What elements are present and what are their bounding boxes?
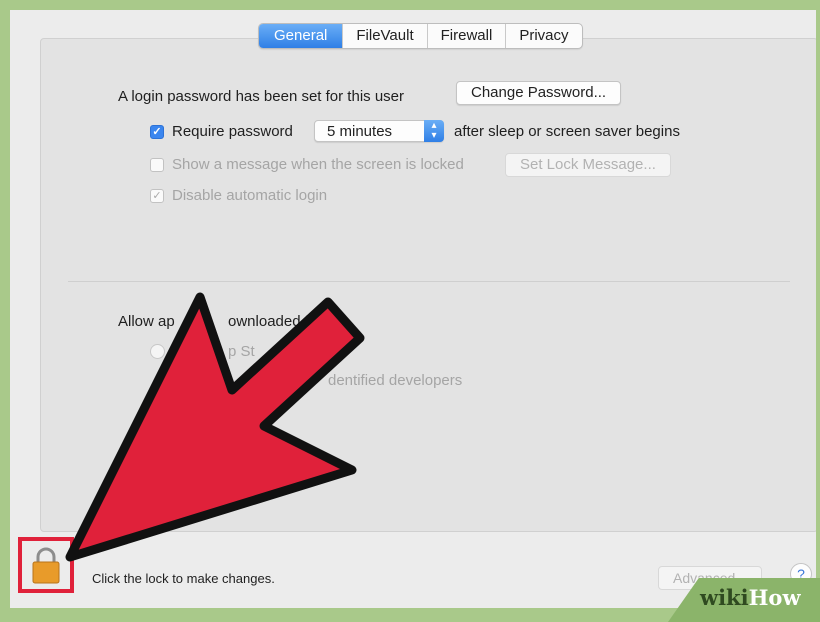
lock-highlight [18,537,74,593]
disable-login-checkbox[interactable]: ✓ [150,189,164,203]
wikihow-watermark: wikiHow [700,585,801,610]
change-password-button[interactable]: Change Password... [456,81,622,105]
tab-bar: General FileVault Firewall Privacy [258,23,583,49]
lock-icon[interactable] [22,541,70,589]
require-password-label: Require password [172,123,293,140]
show-message-label: Show a message when the screen is locked [172,156,464,173]
show-message-checkbox[interactable] [150,158,164,172]
security-privacy-window: General FileVault Firewall Privacy A log… [10,10,816,608]
tab-general[interactable]: General [259,24,343,48]
require-password-checkbox[interactable]: ✓ [150,125,164,139]
login-password-label: A login password has been set for this u… [118,88,404,105]
settings-panel [40,38,816,532]
section-divider [68,281,790,282]
tab-filevault[interactable]: FileVault [342,24,426,48]
set-lock-message-button[interactable]: Set Lock Message... [505,153,671,177]
disable-login-label: Disable automatic login [172,187,328,204]
require-password-delay-select[interactable]: 5 minutes ▴ ▾ [314,120,444,142]
require-password-suffix: after sleep or screen saver begins [454,123,680,140]
tab-privacy[interactable]: Privacy [505,24,581,48]
select-value: 5 minutes [327,123,393,140]
allow-apps-label-start: Allow ap [118,313,175,330]
identified-developers-option-label: dentified developers [328,372,463,389]
tab-firewall[interactable]: Firewall [426,24,506,48]
lock-hint-text: Click the lock to make changes. [92,571,275,586]
select-stepper-icon: ▴ ▾ [424,120,444,142]
app-store-option-label: p St [228,343,255,360]
radio-app-store[interactable] [150,344,165,359]
allow-apps-label-end: ownloaded f [228,313,309,330]
